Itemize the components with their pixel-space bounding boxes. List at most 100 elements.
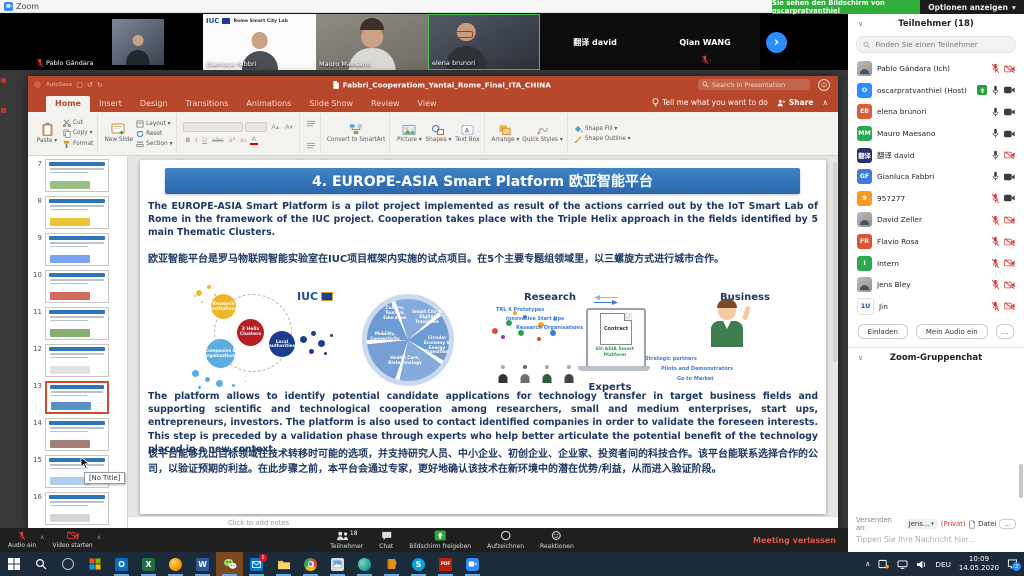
font-color-button[interactable]: A xyxy=(250,135,258,145)
current-slide[interactable]: 4. EUROPE-ASIA Smart Platform 欧亚智能平台 The… xyxy=(140,160,826,514)
slide-thumbnail-12[interactable]: 12 xyxy=(32,344,127,377)
share-button[interactable]: Share xyxy=(777,98,814,107)
slide-thumbnail-8[interactable]: 8 xyxy=(32,196,127,229)
thumbnail-preview[interactable] xyxy=(45,270,109,303)
share-options-button[interactable]: Optionen anzeigen▾ xyxy=(920,0,1024,14)
taskbar-excel-icon[interactable]: X xyxy=(135,552,162,576)
taskbar-chrome-icon[interactable] xyxy=(297,552,324,576)
layout-button[interactable]: Layout ▾ xyxy=(136,120,172,128)
taskbar-photos-icon[interactable] xyxy=(324,552,351,576)
slide-thumbnail-16[interactable]: 16 xyxy=(32,492,127,525)
undo-icon[interactable]: ↺ xyxy=(87,81,93,89)
ribbon-tab-transitions[interactable]: Transitions xyxy=(177,96,238,112)
grow-font-button[interactable]: A▴ xyxy=(269,123,281,131)
font-name-select[interactable] xyxy=(183,122,243,132)
taskbar-store-icon[interactable] xyxy=(81,552,108,576)
thumbnail-preview[interactable] xyxy=(45,233,109,266)
slide-thumbnail-13[interactable]: 13 xyxy=(32,381,127,414)
notes-pane[interactable]: Click to add notes xyxy=(128,516,838,528)
save-icon[interactable]: ▢ xyxy=(76,81,83,89)
format-painter-button[interactable]: Format xyxy=(63,140,93,149)
taskbar-zoomapp-icon[interactable] xyxy=(459,552,486,576)
ribbon-tab-animations[interactable]: Animations xyxy=(237,96,300,112)
thumbnail-preview[interactable] xyxy=(45,381,109,414)
strikethrough-button[interactable]: abc xyxy=(210,136,226,144)
cut-button[interactable]: Cut xyxy=(63,119,93,127)
quick-styles-button[interactable]: Quick Styles ▾ xyxy=(522,124,563,143)
autosave-toggle[interactable]: AutoSave xyxy=(46,82,72,88)
redo-icon[interactable]: ↻ xyxy=(97,81,103,89)
participant-row[interactable]: EBelena brunori xyxy=(848,101,1024,123)
new-slide-button[interactable]: New Slide xyxy=(104,123,133,143)
subscript-button[interactable]: x₂ xyxy=(238,136,248,144)
file-icon[interactable] xyxy=(969,520,976,529)
ribbon-tab-review[interactable]: Review xyxy=(362,96,409,112)
language-indicator[interactable]: DEU xyxy=(935,560,951,569)
leave-meeting-button[interactable]: Meeting verlassen xyxy=(753,536,836,545)
video-options-chevron[interactable]: ∧ xyxy=(97,534,101,541)
taskbar-skype-icon[interactable]: S xyxy=(405,552,432,576)
font-size-select[interactable] xyxy=(245,122,267,132)
arrange-button[interactable]: Arrange ▾ xyxy=(491,124,519,143)
unmute-my-audio-button[interactable]: Mein Audio ein xyxy=(916,324,988,339)
taskbar-start-icon[interactable] xyxy=(0,552,27,576)
video-tile[interactable]: IUC Rome Smart City LabGianluca Fabbri xyxy=(203,14,316,70)
participants-button[interactable]: 18Teilnehmer xyxy=(330,531,363,550)
align-button[interactable] xyxy=(306,135,316,154)
participant-row[interactable]: FRFlavio Rosa xyxy=(848,231,1024,253)
collapse-chat-icon[interactable]: ∨ xyxy=(858,354,863,362)
participant-search-input[interactable] xyxy=(873,39,1009,50)
paste-button[interactable]: Paste ▾ xyxy=(34,122,60,144)
close-button[interactable] xyxy=(34,81,41,88)
participant-row[interactable]: 翻译翻译 david xyxy=(848,144,1024,166)
superscript-button[interactable]: x² xyxy=(227,136,237,144)
share-screen-button[interactable]: Bildschirm freigeben xyxy=(409,530,471,550)
insert-picture-button[interactable]: Picture ▾ xyxy=(396,124,422,143)
taskbar-pdf-icon[interactable]: PDF xyxy=(432,552,459,576)
participant-row[interactable]: 1UJin xyxy=(848,296,1024,318)
ribbon-tab-insert[interactable]: Insert xyxy=(90,96,131,112)
start-video-button[interactable]: Video starten xyxy=(53,531,93,549)
participant-row[interactable]: 9957277 xyxy=(848,188,1024,210)
list-format-button[interactable] xyxy=(306,113,316,132)
taskbar-search-icon[interactable] xyxy=(27,552,54,576)
ribbon-tab-view[interactable]: View xyxy=(409,96,446,112)
video-tile[interactable]: Pablo Gándara xyxy=(33,14,203,70)
tablet-mode-icon[interactable] xyxy=(878,559,889,569)
participant-search-box[interactable] xyxy=(856,36,1016,53)
ribbon-tab-home[interactable]: Home xyxy=(46,96,90,112)
record-button[interactable]: Aufzeichnen xyxy=(487,530,524,550)
reset-button[interactable]: Reset xyxy=(136,130,172,138)
slide-thumbnail-7[interactable]: 7 xyxy=(32,159,127,192)
network-display-icon[interactable] xyxy=(897,560,908,569)
slide-editing-area[interactable]: 4. EUROPE-ASIA Smart Platform 欧亚智能平台 The… xyxy=(128,156,838,528)
participant-row[interactable]: MMMauro Maesano xyxy=(848,123,1024,145)
thumbnail-preview[interactable] xyxy=(45,196,109,229)
video-tile[interactable]: 翻译 david xyxy=(540,14,650,70)
taskbar-mail-icon[interactable]: 1 xyxy=(243,552,270,576)
chat-more-button[interactable]: ... xyxy=(999,519,1016,529)
audio-options-chevron[interactable]: ∧ xyxy=(40,534,44,541)
unmute-audio-button[interactable]: Audio ein xyxy=(8,531,36,550)
taskbar-edge-icon[interactable] xyxy=(351,552,378,576)
reactions-button[interactable]: Reaktionen xyxy=(540,530,574,550)
thumbnail-preview[interactable] xyxy=(45,307,109,340)
participant-row[interactable]: IIntern xyxy=(848,252,1024,274)
participant-row[interactable]: Ooscarpratvanthiel (Host) xyxy=(848,80,1024,102)
tray-expand-icon[interactable]: ∧ xyxy=(865,560,870,568)
collapse-participants-icon[interactable]: ∨ xyxy=(858,20,863,28)
underline-button[interactable]: U xyxy=(200,136,209,144)
participant-row[interactable]: GFGianluca Fabbri xyxy=(848,166,1024,188)
thumbnail-preview[interactable] xyxy=(45,159,109,192)
notification-center-icon[interactable]: 2 xyxy=(1007,559,1018,569)
slide-thumbnail-panel[interactable]: 7 8 9 10 11 xyxy=(28,156,128,528)
taskbar-outlook-icon[interactable]: O xyxy=(108,552,135,576)
taskbar-firefox-icon[interactable] xyxy=(162,552,189,576)
section-button[interactable]: Section ▾ xyxy=(136,140,172,148)
file-button[interactable]: Datei xyxy=(978,520,996,528)
next-participants-button[interactable]: › xyxy=(766,32,787,53)
video-tile[interactable]: Mauro Maesano xyxy=(316,14,428,70)
chat-scrollbar[interactable] xyxy=(1019,464,1023,498)
taskbar-explorer-icon[interactable] xyxy=(270,552,297,576)
more-actions-button[interactable]: ... xyxy=(996,324,1015,339)
